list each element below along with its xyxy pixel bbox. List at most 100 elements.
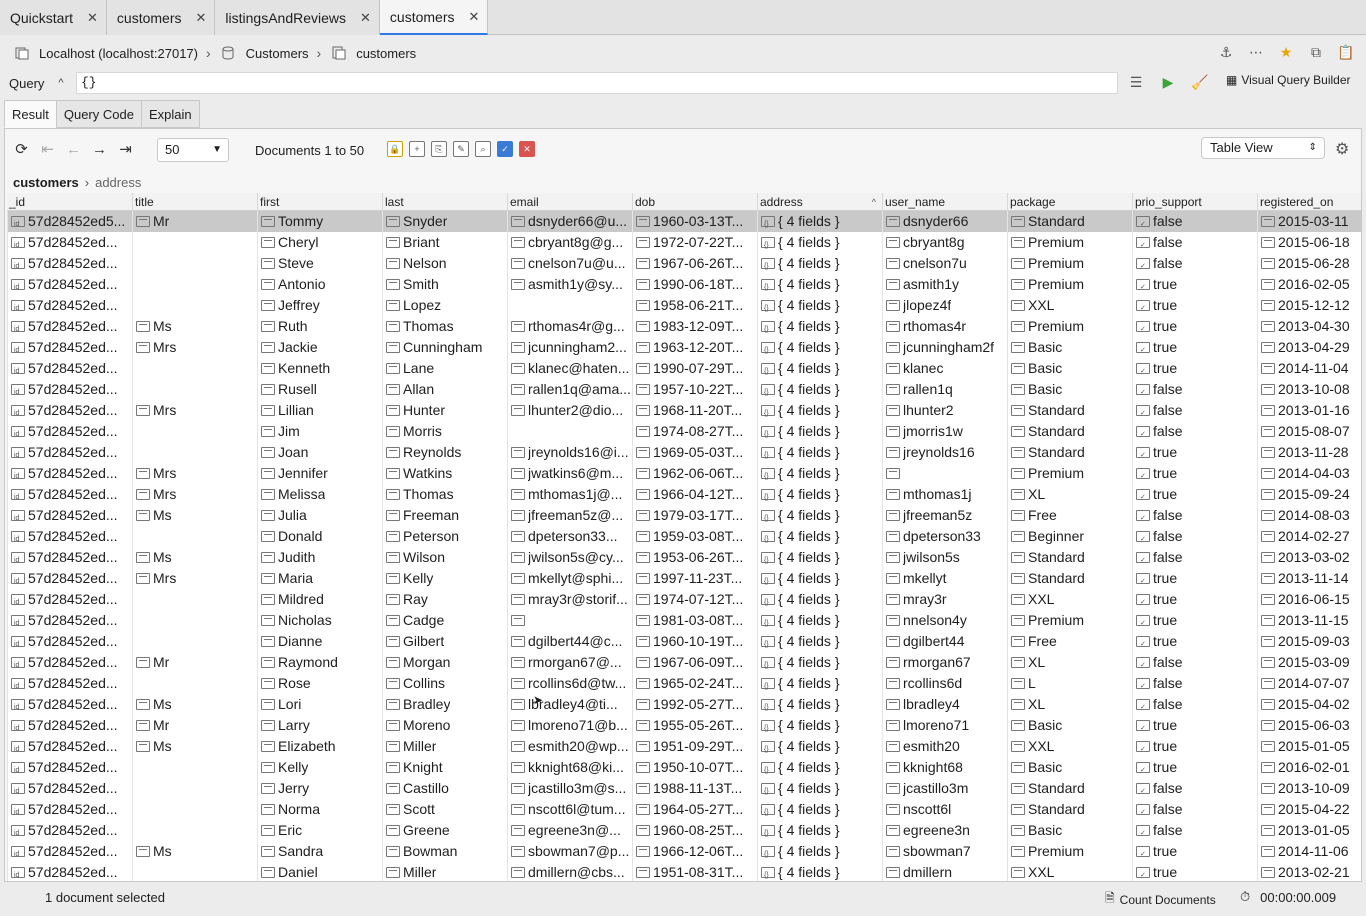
table-cell-first[interactable]: Maria [257, 568, 382, 589]
table-cell-registered-on[interactable]: 2013-04-30 [1257, 316, 1361, 337]
table-cell--id[interactable]: 57d28452ed... [7, 379, 132, 400]
table-cell-address[interactable]: { 4 fields } [757, 820, 882, 841]
table-cell-address[interactable]: { 4 fields } [757, 505, 882, 526]
table-cell-package[interactable]: Standard [1007, 421, 1132, 442]
table-cell-email[interactable]: cnelson7u@u... [507, 253, 632, 274]
table-cell-first[interactable]: Nicholas [257, 610, 382, 631]
table-cell-user-name[interactable]: lmoreno71 [882, 715, 1007, 736]
table-cell-package[interactable]: XXL [1007, 295, 1132, 316]
table-cell-registered-on[interactable]: 2014-04-03 [1257, 463, 1361, 484]
table-cell-user-name[interactable]: mthomas1j [882, 484, 1007, 505]
table-cell-email[interactable]: egreene3n@... [507, 820, 632, 841]
table-cell-user-name[interactable] [882, 463, 1007, 484]
table-cell-title[interactable] [132, 295, 257, 316]
table-cell-first[interactable]: Jeffrey [257, 295, 382, 316]
select-all-icon[interactable]: ✓ [497, 141, 513, 157]
table-cell-prio-support[interactable]: false [1132, 799, 1257, 820]
table-row[interactable]: 57d28452ed... Norma Scott nscott6l@tum... 19… [7, 799, 1361, 820]
table-row[interactable]: 57d28452ed... Ms Julia Freeman jfreeman5z@..… [7, 505, 1361, 526]
table-cell-user-name[interactable]: dpeterson33 [882, 526, 1007, 547]
table-cell-registered-on[interactable]: 2013-11-14 [1257, 568, 1361, 589]
table-cell-prio-support[interactable]: true [1132, 862, 1257, 881]
table-row[interactable]: 57d28452ed... Joan Reynolds jreynolds16@i..… [7, 442, 1361, 463]
table-cell-address[interactable]: { 4 fields } [757, 400, 882, 421]
table-cell-dob[interactable]: 1964-05-27T... [632, 799, 757, 820]
breadcrumb-database[interactable]: Customers [246, 46, 309, 61]
table-cell-first[interactable]: Jim [257, 421, 382, 442]
table-cell-user-name[interactable]: rmorgan67 [882, 652, 1007, 673]
table-cell-last[interactable]: Kelly [382, 568, 507, 589]
table-cell-user-name[interactable]: lbradley4 [882, 694, 1007, 715]
table-cell--id[interactable]: 57d28452ed... [7, 547, 132, 568]
table-cell-last[interactable]: Knight [382, 757, 507, 778]
table-cell-title[interactable] [132, 673, 257, 694]
table-cell-registered-on[interactable]: 2013-03-02 [1257, 547, 1361, 568]
table-cell-prio-support[interactable]: true [1132, 841, 1257, 862]
table-cell-dob[interactable]: 1966-12-06T... [632, 841, 757, 862]
table-cell-prio-support[interactable]: false [1132, 379, 1257, 400]
table-cell-package[interactable]: Standard [1007, 442, 1132, 463]
table-cell-prio-support[interactable]: true [1132, 442, 1257, 463]
table-cell-dob[interactable]: 1997-11-23T... [632, 568, 757, 589]
table-cell-prio-support[interactable]: false [1132, 652, 1257, 673]
table-cell-prio-support[interactable]: true [1132, 316, 1257, 337]
table-cell--id[interactable]: 57d28452ed... [7, 505, 132, 526]
table-cell-email[interactable]: jfreeman5z@... [507, 505, 632, 526]
table-cell-email[interactable]: asmith1y@sy... [507, 274, 632, 295]
table-cell-first[interactable]: Norma [257, 799, 382, 820]
table-cell-email[interactable] [507, 610, 632, 631]
table-cell-address[interactable]: { 4 fields } [757, 652, 882, 673]
table-cell-dob[interactable]: 1962-06-06T... [632, 463, 757, 484]
table-cell-email[interactable]: rmorgan67@... [507, 652, 632, 673]
format-icon[interactable]: ☰ [1126, 72, 1146, 92]
table-cell-dob[interactable]: 1960-03-13T... [632, 211, 757, 232]
table-cell-address[interactable]: { 4 fields } [757, 421, 882, 442]
table-cell-title[interactable]: Ms [132, 841, 257, 862]
table-cell-last[interactable]: Thomas [382, 316, 507, 337]
table-cell-last[interactable]: Morgan [382, 652, 507, 673]
table-cell-prio-support[interactable]: false [1132, 778, 1257, 799]
column-header-dob[interactable]: dob [632, 193, 757, 211]
table-cell-registered-on[interactable]: 2015-09-03 [1257, 631, 1361, 652]
table-cell-email[interactable]: rallen1q@ama... [507, 379, 632, 400]
table-cell-first[interactable]: Lori [257, 694, 382, 715]
table-cell-address[interactable]: { 4 fields } [757, 337, 882, 358]
table-cell--id[interactable]: 57d28452ed... [7, 694, 132, 715]
table-cell-registered-on[interactable]: 2013-11-28 [1257, 442, 1361, 463]
clone-document-icon[interactable]: ⎘ [431, 141, 447, 157]
table-cell-last[interactable]: Miller [382, 736, 507, 757]
table-cell-email[interactable]: lmoreno71@b... [507, 715, 632, 736]
table-cell--id[interactable]: 57d28452ed... [7, 589, 132, 610]
column-header-title[interactable]: title [132, 193, 257, 211]
table-cell-last[interactable]: Lopez [382, 295, 507, 316]
table-cell-registered-on[interactable]: 2014-07-07 [1257, 673, 1361, 694]
table-cell-registered-on[interactable]: 2013-10-08 [1257, 379, 1361, 400]
table-cell-address[interactable]: { 4 fields } [757, 568, 882, 589]
table-cell-last[interactable]: Greene [382, 820, 507, 841]
table-cell--id[interactable]: 57d28452ed... [7, 820, 132, 841]
table-cell-email[interactable]: mkellyt@sphi... [507, 568, 632, 589]
table-cell-title[interactable]: Mrs [132, 337, 257, 358]
table-row[interactable]: 57d28452ed... Mrs Lillian Hunter lhunter2@di… [7, 400, 1361, 421]
last-page-icon[interactable]: ⇥ [117, 140, 134, 158]
table-cell-email[interactable]: dgilbert44@c... [507, 631, 632, 652]
table-cell-address[interactable]: { 4 fields } [757, 841, 882, 862]
table-cell-package[interactable]: Standard [1007, 547, 1132, 568]
table-row[interactable]: 57d28452ed... Ms Judith Wilson jwilson5s@cy.… [7, 547, 1361, 568]
table-cell-registered-on[interactable]: 2015-03-11 [1257, 211, 1361, 232]
table-cell-package[interactable]: Basic [1007, 757, 1132, 778]
gear-icon[interactable]: ⚙ [1335, 139, 1349, 159]
table-cell-prio-support[interactable]: false [1132, 547, 1257, 568]
paste-icon[interactable]: 📋 [1336, 42, 1356, 62]
table-cell-title[interactable]: Mr [132, 652, 257, 673]
column-header-email[interactable]: email [507, 193, 632, 211]
table-cell-last[interactable]: Freeman [382, 505, 507, 526]
table-cell-package[interactable]: Premium [1007, 841, 1132, 862]
first-page-icon[interactable]: ⇤ [39, 140, 56, 158]
table-cell-title[interactable] [132, 253, 257, 274]
table-cell--id[interactable]: 57d28452ed... [7, 715, 132, 736]
table-row[interactable]: 57d28452ed... Kelly Knight kknight68@ki... 1… [7, 757, 1361, 778]
column-header-last[interactable]: last [382, 193, 507, 211]
run-icon[interactable]: ▶ [1158, 72, 1178, 92]
table-cell-package[interactable]: Free [1007, 631, 1132, 652]
